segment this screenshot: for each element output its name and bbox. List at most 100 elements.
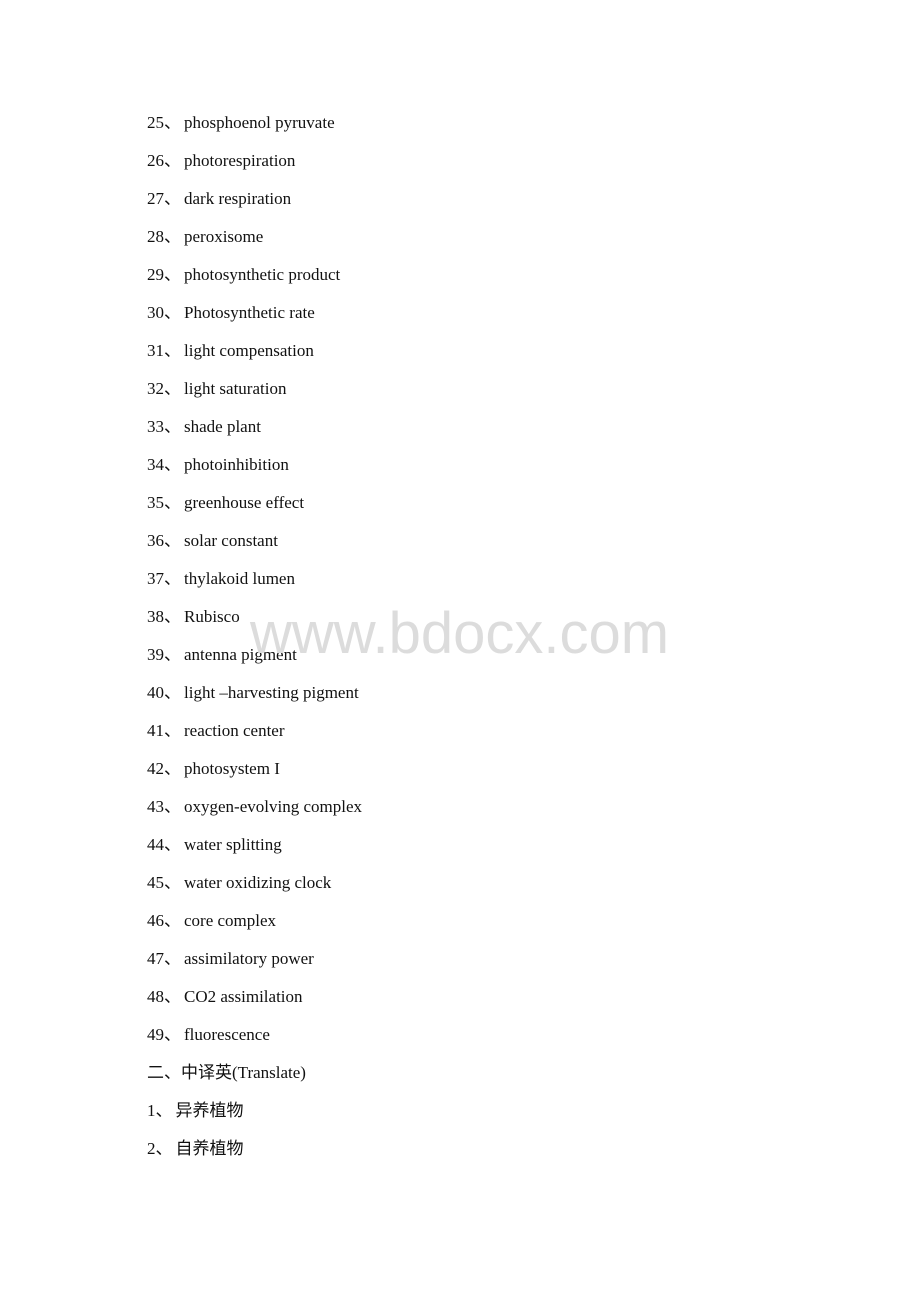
section-heading: 二、中译英(Translate): [147, 1063, 306, 1082]
list-item: 47、 assimilatory power: [147, 948, 362, 986]
item-term: antenna pigment: [184, 645, 297, 664]
item-separator: 、: [164, 683, 181, 702]
list-item: 42、 photosystem I: [147, 758, 362, 796]
list-item: 33、 shade plant: [147, 416, 362, 454]
item-term: phosphoenol pyruvate: [184, 113, 335, 132]
document-page: 25、 phosphoenol pyruvate 26、 photorespirat…: [0, 0, 920, 1302]
item-number: 47: [147, 949, 164, 968]
list-item: 29、 photosynthetic product: [147, 264, 362, 302]
list-item: 41、 reaction center: [147, 720, 362, 758]
item-number: 41: [147, 721, 164, 740]
item-separator: 、: [164, 227, 181, 246]
item-term: oxygen-evolving complex: [184, 797, 362, 816]
list-item: 48、 CO2 assimilation: [147, 986, 362, 1024]
item-number: 49: [147, 1025, 164, 1044]
item-term: photoinhibition: [184, 455, 289, 474]
item-separator: 、: [164, 759, 181, 778]
item-number: 40: [147, 683, 164, 702]
item-number: 1: [147, 1101, 156, 1120]
item-term: 异养植物: [175, 1101, 244, 1120]
list-item: 35、 greenhouse effect: [147, 492, 362, 530]
item-number: 34: [147, 455, 164, 474]
item-term: CO2 assimilation: [184, 987, 303, 1006]
item-number: 42: [147, 759, 164, 778]
item-number: 45: [147, 873, 164, 892]
item-number: 26: [147, 151, 164, 170]
item-separator: 、: [164, 341, 181, 360]
item-separator: 、: [164, 379, 181, 398]
item-separator: 、: [164, 797, 181, 816]
item-number: 28: [147, 227, 164, 246]
item-term: light –harvesting pigment: [184, 683, 359, 702]
list-item: 25、 phosphoenol pyruvate: [147, 112, 362, 150]
item-term: photorespiration: [184, 151, 296, 170]
item-number: 44: [147, 835, 164, 854]
item-separator: 、: [164, 303, 181, 322]
item-term: fluorescence: [184, 1025, 270, 1044]
item-number: 31: [147, 341, 164, 360]
list-item: 46、 core complex: [147, 910, 362, 948]
list-item: 40、 light –harvesting pigment: [147, 682, 362, 720]
item-term: 自养植物: [175, 1139, 244, 1158]
item-separator: 、: [164, 531, 181, 550]
list-item: 44、 water splitting: [147, 834, 362, 872]
list-item: 32、 light saturation: [147, 378, 362, 416]
item-term: light compensation: [184, 341, 314, 360]
item-separator: 、: [155, 1139, 173, 1158]
item-term: Photosynthetic rate: [184, 303, 315, 322]
item-separator: 、: [164, 417, 181, 436]
item-separator: 、: [164, 835, 181, 854]
item-separator: 、: [155, 1101, 173, 1120]
item-separator: 、: [164, 569, 181, 588]
item-number: 2: [147, 1139, 156, 1158]
item-separator: 、: [164, 455, 181, 474]
item-number: 48: [147, 987, 164, 1006]
item-term: light saturation: [184, 379, 287, 398]
list-item: 26、 photorespiration: [147, 150, 362, 188]
item-separator: 、: [164, 911, 181, 930]
item-term: core complex: [184, 911, 277, 930]
item-separator: 、: [164, 721, 181, 740]
item-separator: 、: [164, 607, 181, 626]
list-item: 1、 异养植物: [147, 1100, 362, 1138]
item-separator: 、: [164, 189, 181, 208]
item-number: 29: [147, 265, 164, 284]
item-term: Rubisco: [184, 607, 240, 626]
list-item: 27、 dark respiration: [147, 188, 362, 226]
list-item: 28、 peroxisome: [147, 226, 362, 264]
item-separator: 、: [164, 873, 181, 892]
item-term: greenhouse effect: [184, 493, 305, 512]
item-number: 35: [147, 493, 164, 512]
item-number: 25: [147, 113, 164, 132]
item-number: 32: [147, 379, 164, 398]
item-term: peroxisome: [184, 227, 264, 246]
item-separator: 、: [164, 987, 181, 1006]
list-item: 39、 antenna pigment: [147, 644, 362, 682]
item-number: 43: [147, 797, 164, 816]
item-separator: 、: [164, 949, 181, 968]
list-item: 43、 oxygen-evolving complex: [147, 796, 362, 834]
item-number: 38: [147, 607, 164, 626]
item-term: water splitting: [184, 835, 282, 854]
item-number: 36: [147, 531, 164, 550]
item-number: 33: [147, 417, 164, 436]
item-number: 39: [147, 645, 164, 664]
item-separator: 、: [164, 151, 181, 170]
list-item: 37、 thylakoid lumen: [147, 568, 362, 606]
item-term: water oxidizing clock: [184, 873, 332, 892]
document-body: 25、 phosphoenol pyruvate 26、 photorespirat…: [147, 112, 362, 1176]
list-item: 34、 photoinhibition: [147, 454, 362, 492]
list-item: 30、 Photosynthetic rate: [147, 302, 362, 340]
item-term: dark respiration: [184, 189, 292, 208]
item-term: reaction center: [184, 721, 285, 740]
list-item: 49、 fluorescence: [147, 1024, 362, 1062]
item-term: assimilatory power: [184, 949, 314, 968]
item-term: shade plant: [184, 417, 261, 436]
item-number: 46: [147, 911, 164, 930]
item-number: 30: [147, 303, 164, 322]
list-item: 36、 solar constant: [147, 530, 362, 568]
item-number: 27: [147, 189, 164, 208]
list-item: 38、 Rubisco: [147, 606, 362, 644]
list-item: 45、 water oxidizing clock: [147, 872, 362, 910]
list-item: 2、 自养植物: [147, 1138, 362, 1176]
